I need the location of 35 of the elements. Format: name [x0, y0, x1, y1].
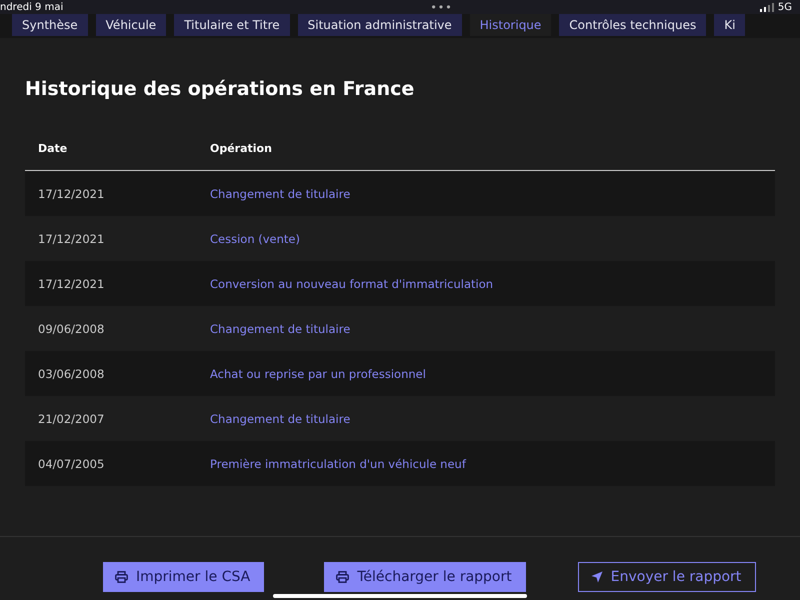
- tab[interactable]: Véhicule: [96, 14, 166, 36]
- home-indicator[interactable]: [273, 594, 527, 598]
- date-cell-text: 21/02/2007: [37, 412, 106, 426]
- column-header: Date: [37, 142, 68, 154]
- operation-link[interactable]: Changement de titulaire: [210, 412, 350, 426]
- date-cell-text: 09/06/2008: [37, 322, 106, 336]
- tab[interactable]: Ki: [714, 14, 746, 36]
- date-cell-text: 04/07/2005: [37, 456, 106, 470]
- signal-icon: [760, 2, 774, 12]
- multitask-dots[interactable]: •••: [430, 0, 453, 14]
- operation-link[interactable]: Changement de titulaire: [210, 186, 350, 200]
- print-button[interactable]: Imprimer le CSA: [103, 562, 264, 592]
- column-header: Opération: [210, 142, 272, 154]
- date-cell-text: 17/12/2021: [37, 232, 106, 246]
- tab[interactable]: Situation administrative: [298, 14, 462, 36]
- date-cell-text: 03/06/2008: [37, 366, 106, 380]
- date-cell-text: 17/12/2021: [37, 276, 106, 290]
- send-icon: [590, 571, 603, 583]
- tab[interactable]: Titulaire et Titre: [174, 14, 290, 36]
- operation-link[interactable]: Conversion au nouveau format d'immatriculation: [210, 276, 494, 290]
- download-button[interactable]: Télécharger le rapport: [324, 562, 526, 592]
- status-date: ndredi 9 mai: [0, 2, 64, 12]
- date-cell-text: 17/12/2021: [37, 186, 106, 200]
- printer-icon: [336, 571, 350, 583]
- tab[interactable]: Synthèse: [12, 14, 88, 36]
- printer-icon: [115, 571, 128, 583]
- operation-link[interactable]: Changement de titulaire: [210, 322, 350, 336]
- operation-link[interactable]: Achat ou reprise par un professionnel: [210, 366, 426, 380]
- tab[interactable]: Contrôles techniques: [559, 14, 706, 36]
- operation-link[interactable]: Cession (vente): [210, 232, 300, 246]
- send-report-button[interactable]: Envoyer le rapport: [578, 562, 756, 592]
- section-title: Historique des opérations en France: [25, 78, 416, 102]
- tab[interactable]: Historique: [470, 14, 552, 36]
- network-label: 5G: [778, 2, 792, 12]
- operation-link[interactable]: Première immatriculation d'un véhicule neuf: [210, 456, 466, 470]
